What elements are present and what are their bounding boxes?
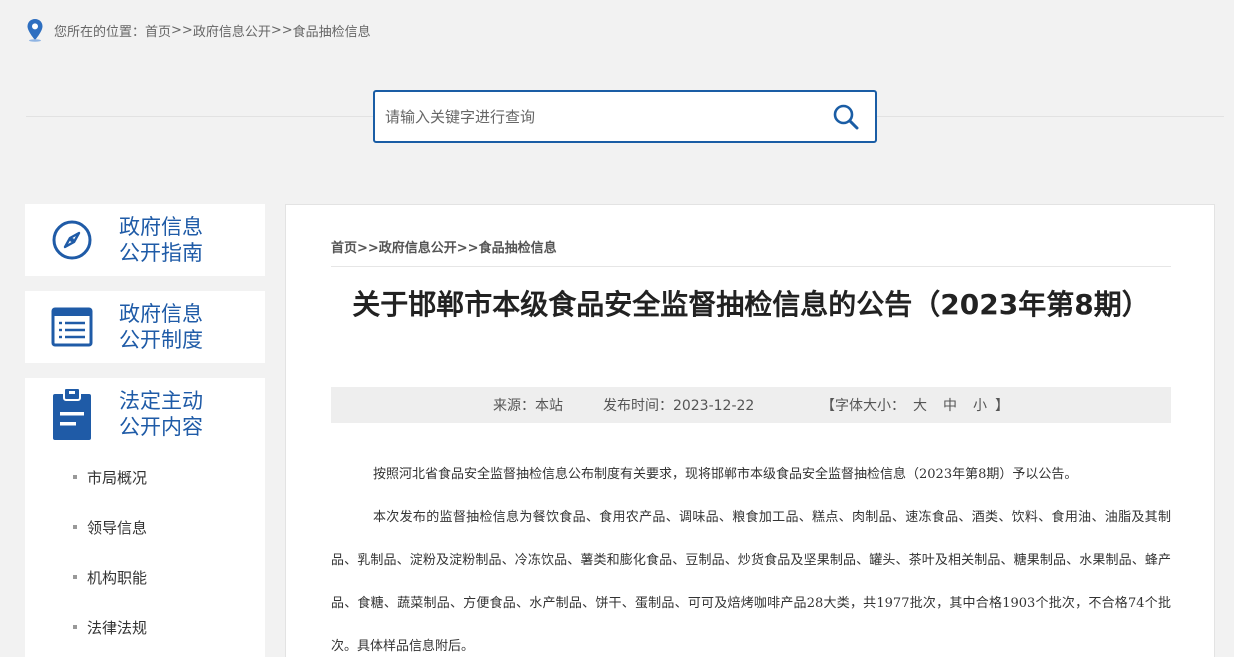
article-source: 来源：本站 xyxy=(492,398,563,414)
sidebar-card-disclosure-guide[interactable]: 政府信息 公开指南 xyxy=(25,204,265,276)
bullet-icon xyxy=(73,525,77,529)
search-button[interactable] xyxy=(817,92,875,141)
location-link-gov-info[interactable]: 政府信息公开 xyxy=(193,21,271,40)
bullet-icon xyxy=(73,575,77,579)
sidebar-item-bureau-overview[interactable]: 市局概况 xyxy=(73,452,147,502)
sidebar-item-label: 法律法规 xyxy=(87,618,148,637)
card-title-line2: 公开制度 xyxy=(119,328,203,352)
card-title-line1: 法定主动 xyxy=(119,389,203,413)
card-title-line1: 政府信息 xyxy=(119,215,203,239)
font-size-control: 【字体大小： 大中小】 xyxy=(794,379,1009,431)
font-size-label-end: 】 xyxy=(995,398,1010,414)
card-title: 政府信息 公开指南 xyxy=(119,214,203,266)
location-pin-icon xyxy=(27,19,43,42)
sidebar-item-label: 机构职能 xyxy=(87,568,148,587)
card-icon-wrap xyxy=(25,219,119,261)
article-panel: 首页>>政府信息公开>>食品抽检信息 关于邯郸市本级食品安全监督抽检信息的公告（… xyxy=(285,204,1215,657)
compass-icon xyxy=(52,220,92,260)
location-link-home[interactable]: 首页 xyxy=(145,21,171,40)
sidebar-item-functions[interactable]: 机构职能 xyxy=(73,552,147,602)
article-body: 按照河北省食品安全监督抽检信息公布制度有关要求，现将邯郸市本级食品安全监督抽检信… xyxy=(331,453,1171,657)
bullet-icon xyxy=(73,625,77,629)
article-breadcrumb[interactable]: 首页>>政府信息公开>>食品抽检信息 xyxy=(331,237,557,256)
search-input[interactable] xyxy=(375,92,817,141)
bullet-icon xyxy=(73,475,77,479)
clipboard-icon xyxy=(53,387,91,440)
location-label: 您所在的位置： xyxy=(54,24,146,40)
card-icon-wrap xyxy=(25,386,119,442)
card-title-line1: 政府信息 xyxy=(119,302,203,326)
card-icon-wrap xyxy=(25,306,119,348)
location-separator: >> xyxy=(171,22,193,38)
sidebar-card-statutory-content: 法定主动 公开内容 市局概况 领导信息 机构职能 法律法规 xyxy=(25,378,265,657)
sidebar-card-disclosure-system[interactable]: 政府信息 公开制度 xyxy=(25,291,265,363)
card-title-line2: 公开内容 xyxy=(119,415,203,439)
location-link-food-inspection[interactable]: 食品抽检信息 xyxy=(293,21,371,40)
font-size-small-button[interactable]: 小 xyxy=(973,398,987,414)
sidebar-item-label: 领导信息 xyxy=(87,518,148,537)
breadcrumb-divider xyxy=(331,266,1171,267)
search-icon xyxy=(833,104,859,129)
card-title: 法定主动 公开内容 xyxy=(119,388,203,440)
card-header[interactable]: 法定主动 公开内容 xyxy=(25,378,265,450)
font-size-label: 【字体大小： xyxy=(821,398,906,414)
font-size-large-button[interactable]: 大 xyxy=(913,398,927,414)
location-bar: 您所在的位置： 首页 >> 政府信息公开 >> 食品抽检信息 xyxy=(26,18,371,42)
article-publish-time: 发布时间：2023-12-22 xyxy=(602,398,755,414)
location-separator: >> xyxy=(270,22,293,38)
article-title: 关于邯郸市本级食品安全监督抽检信息的公告（2023年第8期） xyxy=(352,288,1150,321)
sidebar-item-leadership[interactable]: 领导信息 xyxy=(73,502,147,552)
sidebar-item-laws[interactable]: 法律法规 xyxy=(73,602,147,652)
font-size-medium-button[interactable]: 中 xyxy=(943,398,957,414)
sidebar-item-label: 市局概况 xyxy=(87,468,148,487)
article-paragraph: 按照河北省食品安全监督抽检信息公布制度有关要求，现将邯郸市本级食品安全监督抽检信… xyxy=(373,467,1078,482)
article-meta-bar: 来源：本站 发布时间：2023-12-22 【字体大小： 大中小】 xyxy=(331,387,1171,423)
card-title-line2: 公开指南 xyxy=(119,241,203,265)
card-title: 政府信息 公开制度 xyxy=(119,301,203,353)
document-list-icon xyxy=(51,307,93,347)
article-paragraph: 本次发布的监督抽检信息为餐饮食品、食用农产品、调味品、粮食加工品、糕点、肉制品、… xyxy=(331,510,1171,654)
sidebar-sub-list: 市局概况 领导信息 机构职能 法律法规 xyxy=(25,452,147,652)
search-box xyxy=(373,90,877,143)
